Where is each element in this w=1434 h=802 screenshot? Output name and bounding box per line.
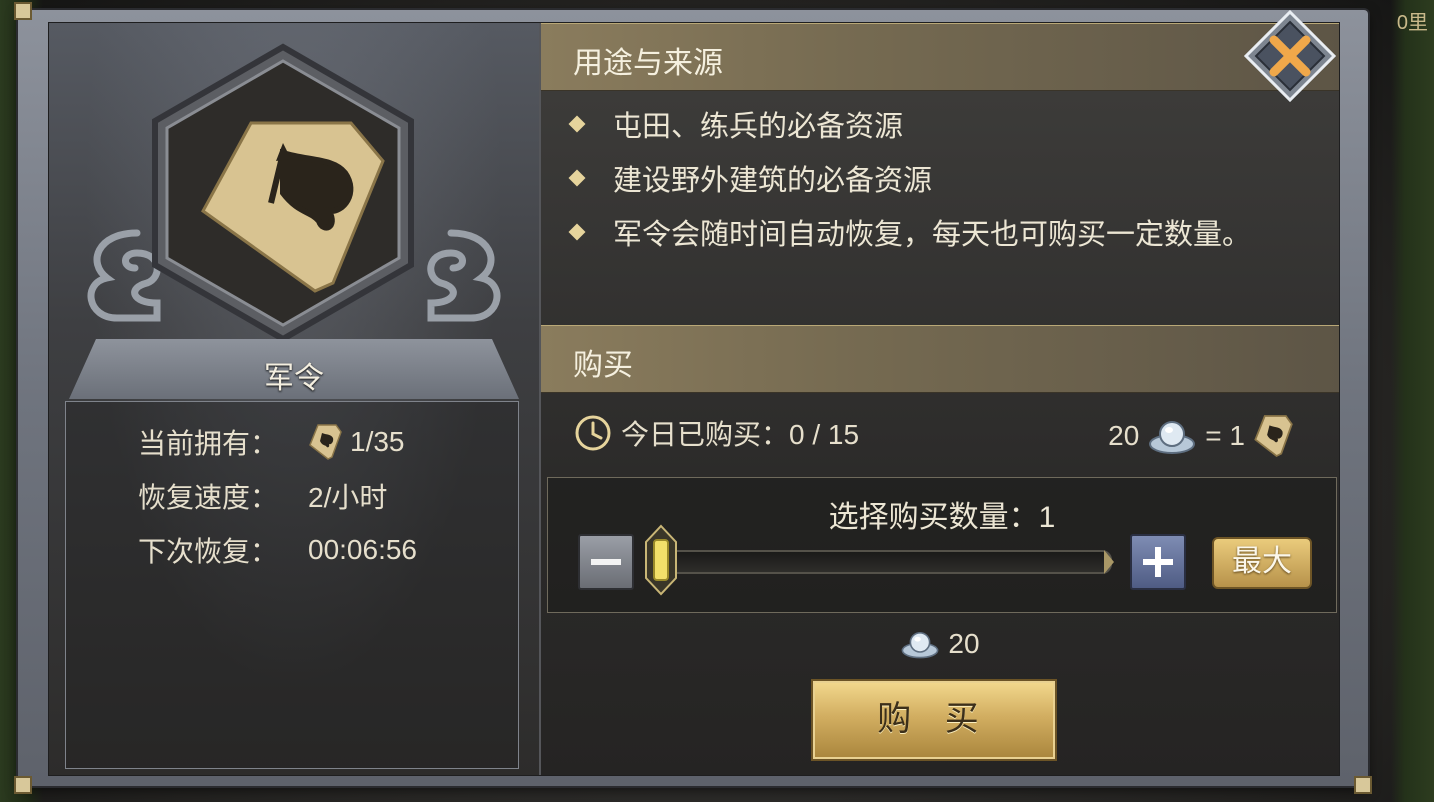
clock-icon xyxy=(575,415,611,451)
usage-section-title: 用途与来源 xyxy=(573,47,723,80)
minus-icon xyxy=(591,559,621,565)
quantity-selector: 选择购买数量：1 最大 xyxy=(547,477,1337,613)
diamond-bullet-icon xyxy=(568,223,586,241)
rate-equals: = 1 xyxy=(1205,420,1245,451)
max-quantity-button[interactable]: 最大 xyxy=(1212,537,1312,589)
stat-recovery-speed: 恢复速度： 2/小时 xyxy=(138,476,387,516)
purchase-section-header: 购买 xyxy=(541,325,1339,393)
diamond-bullet-icon xyxy=(568,115,586,133)
silver-ingot-icon xyxy=(1149,421,1196,454)
purchase-section-title: 购买 xyxy=(573,349,633,382)
decrease-quantity-button[interactable] xyxy=(578,534,634,590)
item-detail-panel: 军令 当前拥有： 1/35 恢复速度： 2/小时 下次恢复： 00:06:56 xyxy=(49,23,541,775)
item-name-plate: 军令 xyxy=(69,339,519,399)
stat-value: 00:06:56 xyxy=(308,534,417,565)
item-name: 军令 xyxy=(264,362,324,395)
usage-bullet: 建设野外建筑的必备资源 xyxy=(568,157,933,199)
military-order-emblem xyxy=(152,43,414,343)
item-dialog: 军令 当前拥有： 1/35 恢复速度： 2/小时 下次恢复： 00:06:56 … xyxy=(14,2,1372,794)
usage-bullet-text: 屯田、练兵的必备资源 xyxy=(613,111,904,143)
quantity-slider-handle[interactable] xyxy=(644,524,678,596)
frame-corner-ornament xyxy=(1354,776,1372,794)
military-order-icon xyxy=(309,424,342,460)
usage-bullet-text: 军令会随时间自动恢复，每天也可购买一定数量。 xyxy=(613,219,1252,251)
stat-label: 恢复速度： xyxy=(138,482,279,513)
increase-quantity-button[interactable] xyxy=(1130,534,1186,590)
stat-next-recovery: 下次恢复： 00:06:56 xyxy=(138,530,417,570)
stat-value: 2/小时 xyxy=(308,482,388,513)
total-cost: 20 xyxy=(541,627,1339,661)
dialog-content: 军令 当前拥有： 1/35 恢复速度： 2/小时 下次恢复： 00:06:56 … xyxy=(48,22,1340,776)
stat-label: 当前拥有： xyxy=(138,428,279,459)
today-purchased-text: 今日已购买：0 / 15 xyxy=(621,419,860,450)
stat-owned: 当前拥有： 1/35 xyxy=(138,422,405,462)
usage-bullet-text: 建设野外建筑的必备资源 xyxy=(613,165,933,197)
frame-corner-ornament xyxy=(14,2,32,20)
frame-corner-ornament xyxy=(14,776,32,794)
buy-button[interactable]: 购 买 xyxy=(811,679,1057,761)
stat-label: 下次恢复： xyxy=(138,536,279,567)
slider-end-arrow-icon xyxy=(1104,550,1114,574)
quantity-slider-track[interactable] xyxy=(652,550,1112,574)
item-usage-purchase-panel: 用途与来源 屯田、练兵的必备资源 建设野外建筑的必备资源 军令会随时间自动恢复，… xyxy=(541,23,1339,775)
usage-section-header: 用途与来源 xyxy=(541,23,1339,91)
usage-bullet: 军令会随时间自动恢复，每天也可购买一定数量。 xyxy=(568,211,1252,253)
item-stats: 当前拥有： 1/35 恢复速度： 2/小时 下次恢复： 00:06:56 xyxy=(65,401,519,769)
total-cost-value: 20 xyxy=(948,628,980,659)
exchange-rate: 20 = 1 xyxy=(1108,413,1293,459)
cloud-ornament-icon xyxy=(427,229,501,322)
plus-icon xyxy=(1143,547,1173,577)
silver-ingot-icon xyxy=(902,632,939,659)
today-purchased: 今日已购买：0 / 15 xyxy=(573,413,859,453)
rate-cost: 20 xyxy=(1108,420,1140,451)
close-icon[interactable] xyxy=(1244,10,1336,102)
diamond-bullet-icon xyxy=(568,169,586,187)
distance-hint: 0里 xyxy=(1396,12,1428,34)
stat-value: 1/35 xyxy=(350,426,405,457)
military-order-icon xyxy=(1254,415,1293,458)
usage-bullet: 屯田、练兵的必备资源 xyxy=(568,103,904,145)
